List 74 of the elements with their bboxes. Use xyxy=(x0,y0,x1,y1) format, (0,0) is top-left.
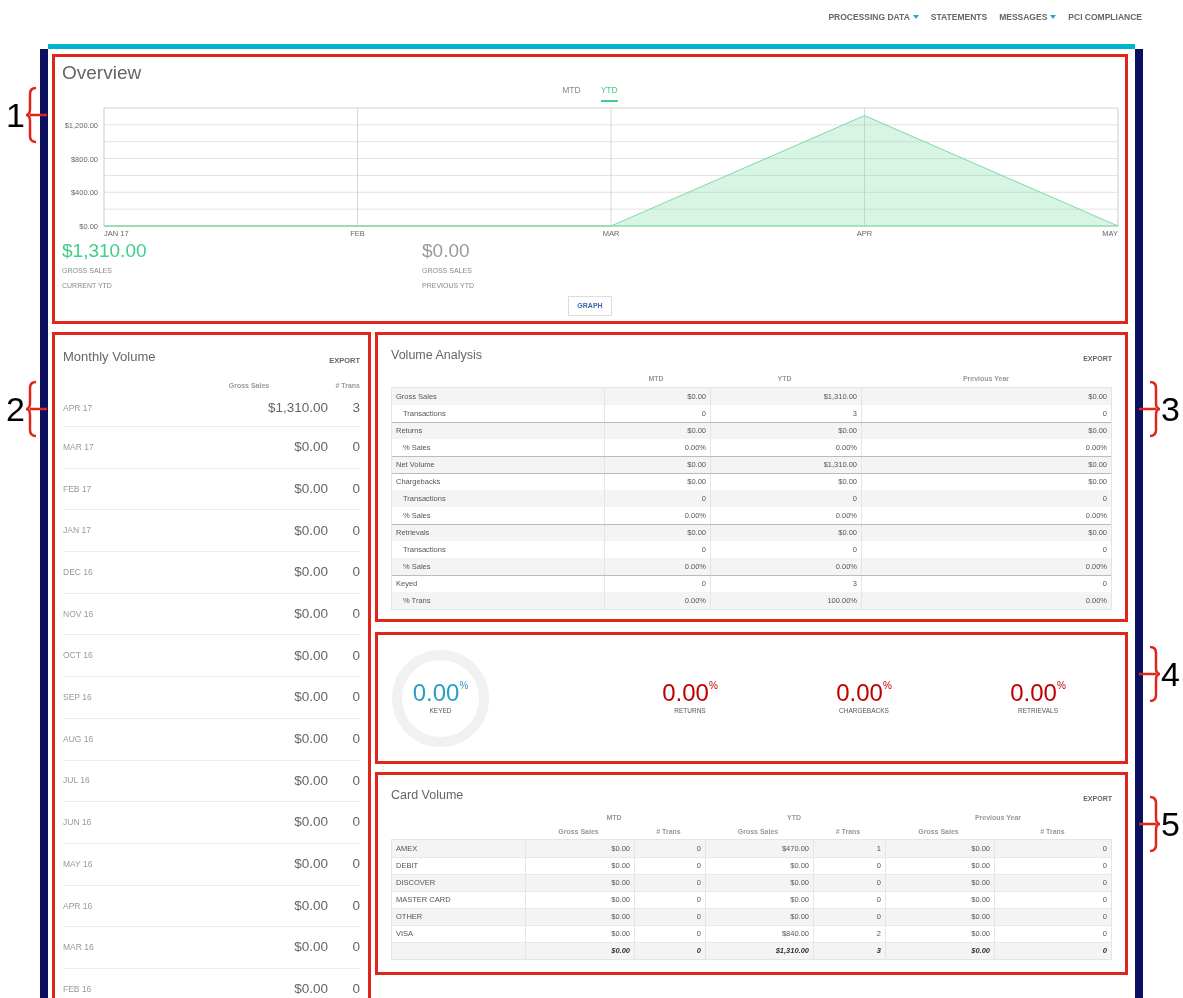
callout-bracket xyxy=(1139,795,1162,853)
callout-number: 1 xyxy=(6,98,25,132)
gross-sales-value: $0.00 xyxy=(293,438,328,457)
month-label: JUL 16 xyxy=(63,774,91,788)
trans-count: 0 xyxy=(352,730,360,749)
gross-sales-value: $0.00 xyxy=(293,938,328,957)
percent-sign: % xyxy=(1056,680,1066,692)
month-label: OCT 16 xyxy=(63,649,94,663)
percent-sign: % xyxy=(459,680,469,692)
trans-count: 0 xyxy=(352,813,360,832)
trans-count: 0 xyxy=(352,771,360,790)
gross-sales-value: $1,310.00 xyxy=(266,399,328,418)
callout-number: 5 xyxy=(1161,807,1180,841)
month-label: JAN 17 xyxy=(63,524,92,538)
month-label: MAR 16 xyxy=(63,941,95,954)
gross-sales-value: $0.00 xyxy=(293,980,328,998)
callout-bracket xyxy=(1139,645,1162,703)
month-label: DEC 16 xyxy=(63,566,94,579)
month-label: JUN 16 xyxy=(63,816,93,829)
trans-count: 0 xyxy=(352,938,360,957)
rate-value: 0.00 xyxy=(1010,680,1057,707)
rate-value: 0.00 xyxy=(412,680,460,707)
gross-sales-value: $0.00 xyxy=(293,813,328,832)
summary-amount: $0.00 xyxy=(422,239,471,262)
trans-count: 0 xyxy=(352,688,360,707)
gross-sales-value: $0.00 xyxy=(293,479,328,498)
month-label: SEP 16 xyxy=(63,691,93,704)
percent-sign: % xyxy=(708,680,718,692)
month-label: AUG 16 xyxy=(63,732,95,746)
gross-sales-value: $0.00 xyxy=(293,646,328,665)
nav-link[interactable]: STATEMENTS xyxy=(930,10,988,24)
trans-count: 0 xyxy=(352,646,360,665)
trans-count: 0 xyxy=(352,479,360,498)
trans-count: 0 xyxy=(352,604,360,623)
trans-count: 0 xyxy=(352,563,360,582)
nav-link[interactable]: MESSAGES xyxy=(999,10,1057,24)
callout-bracket xyxy=(24,380,47,438)
period-tab[interactable]: MTD xyxy=(562,84,581,102)
summary-amount: $1,310.00 xyxy=(62,239,148,262)
trans-count: 3 xyxy=(352,399,360,418)
month-label: APR 16 xyxy=(63,899,94,913)
month-label: MAR 17 xyxy=(63,440,95,454)
gross-sales-value: $0.00 xyxy=(293,604,328,623)
rate-value: 0.00 xyxy=(662,680,709,707)
trans-count: 0 xyxy=(352,521,360,540)
gross-sales-value: $0.00 xyxy=(293,855,328,874)
gross-sales-value: $0.00 xyxy=(293,563,328,582)
gross-sales-value: $0.00 xyxy=(293,521,328,540)
month-label: FEB 17 xyxy=(63,482,93,496)
rate-value: 0.00 xyxy=(836,680,883,707)
trans-count: 0 xyxy=(352,855,360,874)
panel-title: Volume Analysis xyxy=(391,347,483,364)
nav-link[interactable]: PCI COMPLIANCE xyxy=(1068,10,1142,24)
callout-bracket xyxy=(24,86,47,144)
callout-number: 3 xyxy=(1161,392,1180,426)
percent-sign: % xyxy=(882,680,892,692)
month-label: FEB 16 xyxy=(63,982,93,996)
gross-sales-value: $0.00 xyxy=(293,771,328,790)
panel-title: Card Volume xyxy=(391,787,464,804)
nav-link[interactable]: PROCESSING DATA xyxy=(828,10,919,24)
callout-number: 4 xyxy=(1161,657,1180,691)
panel-title: Monthly Volume xyxy=(63,348,156,366)
trans-count: 0 xyxy=(352,896,360,915)
callout-number: 2 xyxy=(6,392,25,426)
callout-bracket xyxy=(1139,380,1162,438)
overview-title: Overview xyxy=(62,61,143,85)
trans-count: 0 xyxy=(352,980,360,998)
gross-sales-value: $0.00 xyxy=(293,896,328,915)
trans-count: 0 xyxy=(352,438,360,457)
month-label: APR 17 xyxy=(63,402,94,415)
month-label: NOV 16 xyxy=(63,607,95,621)
month-label: MAY 16 xyxy=(63,857,94,871)
gross-sales-value: $0.00 xyxy=(293,688,328,707)
gross-sales-value: $0.00 xyxy=(293,730,328,749)
